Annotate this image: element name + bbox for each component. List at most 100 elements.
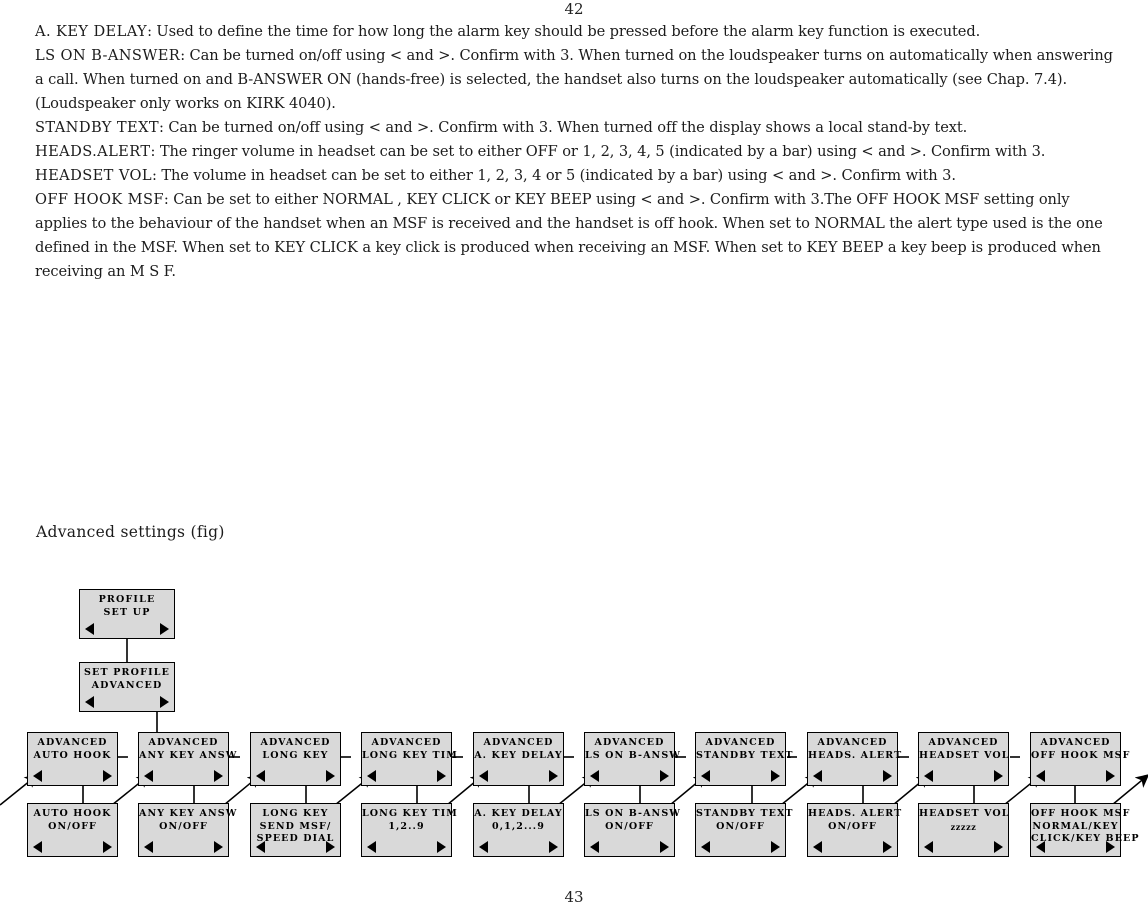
node-value-7[interactable]: HEADS. ALERT ON/OFF: [807, 803, 903, 857]
left-arrow-icon[interactable]: [144, 841, 153, 853]
node-menu-3[interactable]: ADVANCED LONG KEY TIM: [361, 732, 458, 786]
left-arrow-icon[interactable]: [367, 770, 376, 782]
node-arrow-row: [251, 770, 340, 782]
node-text-line: ON/OFF: [716, 820, 765, 832]
left-arrow-icon[interactable]: [144, 770, 153, 782]
node-text-line: HEADS. ALERT: [808, 808, 903, 819]
left-arrow-icon[interactable]: [701, 841, 710, 853]
left-arrow-icon[interactable]: [590, 770, 599, 782]
paragraph-term: HEADS.ALERT: [35, 143, 151, 160]
node-menu-9[interactable]: ADVANCED OFF HOOK MSF: [1030, 732, 1131, 786]
left-arrow-icon[interactable]: [256, 841, 265, 853]
node-text-line: ADVANCED: [260, 737, 331, 748]
node-value-2[interactable]: LONG KEY SEND MSF/SPEED DIAL: [250, 803, 341, 857]
node-label: ADVANCED STANDBY TEXT: [696, 733, 794, 762]
right-arrow-icon[interactable]: [660, 770, 669, 782]
right-arrow-icon[interactable]: [1106, 841, 1115, 853]
node-value-8[interactable]: HEADSET VOL zzzzz: [918, 803, 1009, 857]
right-arrow-icon[interactable]: [214, 770, 223, 782]
right-arrow-icon[interactable]: [214, 841, 223, 853]
node-label: LONG KEY TIM 1,2..9: [362, 804, 457, 833]
node-text-line: A. KEY DELAY: [474, 749, 563, 761]
node-text-line: ON/OFF: [828, 820, 877, 832]
left-arrow-icon[interactable]: [813, 841, 822, 853]
right-arrow-icon[interactable]: [326, 770, 335, 782]
left-arrow-icon[interactable]: [813, 770, 822, 782]
node-arrow-row: [139, 841, 228, 853]
node-menu-2[interactable]: ADVANCED LONG KEY: [250, 732, 341, 786]
left-arrow-icon[interactable]: [367, 841, 376, 853]
right-arrow-icon[interactable]: [160, 623, 169, 635]
node-menu-5[interactable]: ADVANCED LS ON B-ANSW: [584, 732, 682, 786]
node-value-0[interactable]: AUTO HOOK ON/OFF: [27, 803, 118, 857]
node-text-line: 1,2..9: [388, 820, 425, 832]
node-set-profile-advanced[interactable]: SET PROFILE ADVANCED: [79, 662, 175, 712]
node-text-line: STANDBY TEXT: [696, 749, 794, 761]
left-arrow-icon[interactable]: [1036, 841, 1045, 853]
right-arrow-icon[interactable]: [883, 770, 892, 782]
node-label: ADVANCED HEADS. ALERT: [808, 733, 903, 762]
right-arrow-icon[interactable]: [437, 841, 446, 853]
node-profile-setup[interactable]: PROFILE SET UP: [79, 589, 175, 639]
node-text-line: ADVANCED: [37, 737, 108, 748]
right-arrow-icon[interactable]: [549, 841, 558, 853]
left-arrow-icon[interactable]: [33, 770, 42, 782]
node-menu-6[interactable]: ADVANCED STANDBY TEXT: [695, 732, 794, 786]
node-text-line: ON/OFF: [605, 820, 654, 832]
figure-caption: Advanced settings (fig): [36, 523, 225, 541]
body-paragraph: HEADSET VOL: The volume in headset can b…: [35, 164, 1115, 188]
left-arrow-icon[interactable]: [924, 770, 933, 782]
right-arrow-icon[interactable]: [326, 841, 335, 853]
node-text-line: ANY KEY ANSW: [139, 808, 238, 819]
node-text-line: AUTO HOOK: [33, 808, 112, 819]
node-text-line: OFF HOOK MSF: [1031, 749, 1131, 761]
left-arrow-icon[interactable]: [590, 841, 599, 853]
node-value-4[interactable]: A. KEY DELAY 0,1,2...9: [473, 803, 564, 857]
node-menu-0[interactable]: ADVANCED AUTO HOOK: [27, 732, 118, 786]
right-arrow-icon[interactable]: [549, 770, 558, 782]
left-arrow-icon[interactable]: [33, 841, 42, 853]
right-arrow-icon[interactable]: [660, 841, 669, 853]
right-arrow-icon[interactable]: [883, 841, 892, 853]
node-label: HEADSET VOL zzzzz: [919, 804, 1008, 833]
node-text-line: HEADS. ALERT: [808, 749, 903, 761]
left-arrow-icon[interactable]: [924, 841, 933, 853]
right-arrow-icon[interactable]: [771, 770, 780, 782]
node-arrow-row: [585, 770, 674, 782]
right-arrow-icon[interactable]: [160, 696, 169, 708]
right-arrow-icon[interactable]: [103, 841, 112, 853]
node-text-line: ADVANCED: [371, 737, 442, 748]
node-text-line: ADVANCED: [483, 737, 554, 748]
node-text-line: CLICK/KEY BEEP: [1031, 833, 1140, 844]
node-value-5[interactable]: LS ON B-ANSW ON/OFF: [584, 803, 682, 857]
right-arrow-icon[interactable]: [994, 841, 1003, 853]
node-text-line: STANDBY TEXT: [696, 808, 794, 819]
node-value-1[interactable]: ANY KEY ANSW ON/OFF: [138, 803, 238, 857]
left-arrow-icon[interactable]: [479, 770, 488, 782]
right-arrow-icon[interactable]: [103, 770, 112, 782]
node-value-6[interactable]: STANDBY TEXT ON/OFF: [695, 803, 794, 857]
left-arrow-icon[interactable]: [256, 770, 265, 782]
node-menu-4[interactable]: ADVANCED A. KEY DELAY: [473, 732, 564, 786]
node-value-9[interactable]: OFF HOOK MSF NORMAL/KEY CLICK/KEY BEEP: [1030, 803, 1140, 857]
left-arrow-icon[interactable]: [85, 696, 94, 708]
right-arrow-icon[interactable]: [437, 770, 446, 782]
left-arrow-icon[interactable]: [85, 623, 94, 635]
node-menu-8[interactable]: ADVANCED HEADSET VOL: [918, 732, 1009, 786]
node-text-line: LS ON B-ANSW: [585, 749, 682, 761]
node-text-line: LS ON B-ANSW: [585, 808, 682, 819]
node-value-3[interactable]: LONG KEY TIM 1,2..9: [361, 803, 457, 857]
node-text-line: ADVANCED: [705, 737, 776, 748]
left-arrow-icon[interactable]: [701, 770, 710, 782]
node-arrow-row: [80, 623, 174, 635]
right-arrow-icon[interactable]: [1106, 770, 1115, 782]
right-arrow-icon[interactable]: [771, 841, 780, 853]
node-arrow-row: [362, 770, 451, 782]
node-menu-1[interactable]: ADVANCED ANY KEY ANSW: [138, 732, 236, 786]
left-arrow-icon[interactable]: [479, 841, 488, 853]
right-arrow-icon[interactable]: [994, 770, 1003, 782]
node-label: ADVANCED LONG KEY: [251, 733, 340, 762]
node-text-line: LONG KEY TIM: [362, 749, 458, 761]
node-menu-7[interactable]: ADVANCED HEADS. ALERT: [807, 732, 903, 786]
left-arrow-icon[interactable]: [1036, 770, 1045, 782]
